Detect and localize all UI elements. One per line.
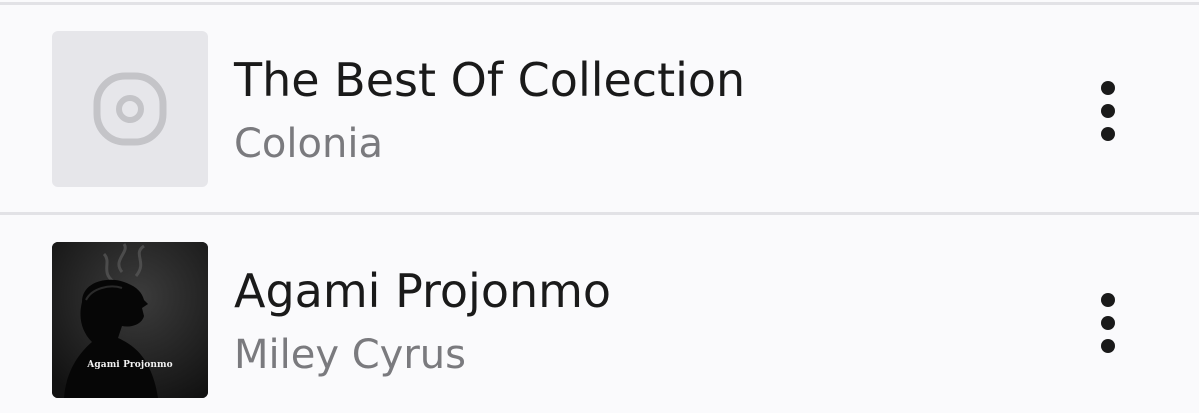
- track-artist: Colonia: [234, 121, 383, 167]
- more-vertical-icon: [1101, 81, 1115, 95]
- track-artist: Miley Cyrus: [234, 332, 466, 378]
- track-title: Agami Projonmo: [234, 264, 612, 318]
- list-item[interactable]: The Best Of Collection Colonia: [0, 5, 1199, 213]
- track-title: The Best Of Collection: [234, 53, 746, 107]
- more-vertical-icon: [1101, 293, 1115, 307]
- list-item[interactable]: Agami Projonmo Agami Projonmo Miley Cyru…: [0, 215, 1199, 413]
- more-options-button[interactable]: [1084, 71, 1132, 151]
- track-list: The Best Of Collection Colonia Agami Pro…: [0, 0, 1199, 413]
- album-placeholder-icon: [93, 72, 167, 146]
- album-thumbnail: Agami Projonmo: [52, 242, 208, 398]
- more-options-button[interactable]: [1084, 283, 1132, 363]
- album-cover-caption: Agami Projonmo: [87, 360, 173, 370]
- album-cover-image: [52, 242, 208, 398]
- album-thumbnail: [52, 31, 208, 187]
